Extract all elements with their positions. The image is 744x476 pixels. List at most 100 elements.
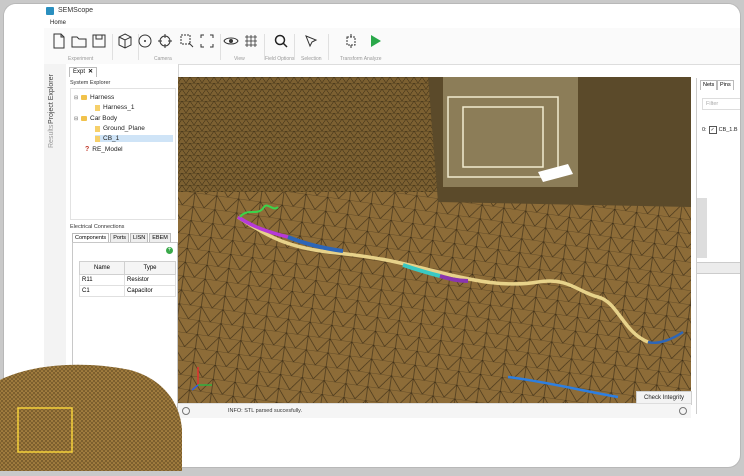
system-explorer-title: System Explorer — [70, 80, 111, 86]
components-table: Name Type R11 Resistor C1 Capacitor — [79, 261, 176, 297]
fit-view-button[interactable] — [198, 32, 216, 50]
new-file-icon — [53, 33, 65, 49]
3d-viewport[interactable] — [178, 77, 691, 403]
run-analysis-button[interactable] — [366, 32, 384, 50]
zoom-box-icon — [180, 34, 194, 48]
tab-lisn[interactable]: LISN — [130, 233, 149, 242]
plus-icon: + — [167, 247, 172, 253]
tree-node-label: Car Body — [90, 115, 118, 122]
tab-pins[interactable]: Pins — [717, 80, 734, 90]
window-title: SEMScope — [58, 7, 94, 14]
tab-expt[interactable]: Expt ✕ — [69, 67, 98, 77]
tab-expt-label: Expt — [73, 69, 86, 75]
new-file-button[interactable] — [50, 32, 68, 50]
tab-ports[interactable]: Ports — [110, 233, 130, 242]
mesh-preview-image — [0, 364, 182, 471]
row-label: CB_1.B — [718, 127, 738, 133]
tree-node-cb-1[interactable]: CB_1 — [95, 135, 173, 142]
cube-icon — [118, 33, 132, 49]
folder-icon — [71, 36, 87, 48]
table-header-row: Name Type — [79, 261, 176, 275]
group-label-experiment: Experiment — [68, 56, 94, 62]
tree-node-label: Ground_Plane — [103, 125, 145, 132]
mesh-icon — [245, 35, 257, 47]
fit-icon — [200, 34, 214, 48]
open-folder-button[interactable] — [70, 32, 88, 50]
cell-name: R11 — [79, 274, 125, 286]
mesh-part-icon — [95, 125, 100, 132]
row-checkbox[interactable]: ✓ — [708, 126, 717, 134]
tree-node-label: Harness_1 — [103, 104, 135, 111]
history-icon[interactable] — [679, 407, 687, 415]
status-info-text: INFO: STL parsed succesfully. — [228, 408, 302, 414]
mesh-preview-overlay — [0, 360, 200, 471]
visibility-button[interactable] — [222, 32, 240, 50]
add-component-button[interactable]: + — [166, 247, 173, 254]
question-mark-icon: ? — [85, 146, 90, 153]
electrical-connections-title: Electrical Connections — [70, 224, 125, 230]
group-label-field-options: Field Options — [265, 56, 295, 62]
mesh-scene — [178, 77, 691, 403]
select-button[interactable] — [302, 32, 320, 50]
tab-nets[interactable]: Nets — [700, 80, 718, 90]
transform-button[interactable] — [342, 32, 360, 50]
magnifier-icon — [274, 34, 288, 48]
menu-home[interactable]: Home — [50, 20, 66, 26]
eye-icon — [223, 37, 239, 45]
scrollbar[interactable] — [697, 198, 707, 258]
cell-name: C1 — [79, 285, 125, 297]
tab-results[interactable]: Results — [48, 125, 55, 148]
tab-ebem[interactable]: EBEM — [149, 233, 171, 242]
status-bar: INFO: STL parsed succesfully. — [178, 403, 691, 418]
tab-project-explorer[interactable]: Project Explorer — [48, 74, 55, 124]
save-icon — [92, 34, 106, 48]
title-bar: SEMScope — [4, 4, 740, 18]
column-header-type[interactable]: Type — [124, 261, 176, 275]
mesh-button[interactable] — [242, 32, 260, 50]
rotate-button[interactable] — [136, 32, 154, 50]
mesh-part-icon — [95, 135, 100, 142]
collapse-icon[interactable]: ⊟ — [74, 95, 81, 101]
filter-input[interactable]: Filter — [702, 98, 740, 110]
pan-button[interactable] — [156, 32, 174, 50]
tree-node-label: CB_1 — [103, 135, 120, 142]
crosshair-icon — [158, 34, 172, 48]
tree-node-harness[interactable]: ⊟ Harness — [74, 94, 114, 101]
tab-components[interactable]: Components — [72, 233, 110, 242]
system-tree: ⊟ Harness Harness_1 ⊟ Car Body Ground_Plan… — [70, 88, 176, 220]
tree-node-ground-plane[interactable]: Ground_Plane — [95, 125, 145, 132]
tree-node-re-model[interactable]: ? RE_Model — [85, 146, 123, 153]
harness-icon — [95, 104, 100, 111]
tree-node-harness-1[interactable]: Harness_1 — [95, 104, 134, 111]
group-label-camera: Camera — [154, 56, 172, 62]
app-logo-icon — [46, 7, 54, 15]
column-header-name[interactable]: Name — [79, 261, 125, 275]
cell-type: Resistor — [124, 274, 176, 286]
folder-icon — [81, 116, 87, 121]
group-label-view: View — [234, 56, 245, 62]
group-label-transform-analyze: Transform Analyze — [340, 56, 382, 62]
cube-view-button[interactable] — [116, 32, 134, 50]
play-icon — [371, 35, 381, 47]
row-index: 0: — [702, 127, 707, 133]
table-row[interactable]: R11 Resistor — [79, 274, 176, 286]
transform-icon — [346, 34, 356, 48]
field-zoom-button[interactable] — [272, 32, 290, 50]
list-item[interactable]: 0: ✓ CB_1.B — [702, 126, 738, 134]
cell-type: Capacitor — [124, 285, 176, 297]
close-icon[interactable]: ✕ — [88, 69, 93, 75]
rotate-icon — [138, 34, 152, 48]
collapse-icon[interactable]: ⊟ — [74, 116, 81, 122]
ribbon-toolbar: Experiment Camera View Field Options Sel… — [44, 28, 740, 65]
panel-splitter[interactable] — [697, 262, 740, 274]
tree-node-car-body[interactable]: ⊟ Car Body — [74, 115, 117, 122]
zoom-box-button[interactable] — [178, 32, 196, 50]
select-pointer-icon — [305, 35, 318, 48]
ec-tab-strip: Components Ports LISN EBEM — [72, 233, 172, 242]
group-label-selection: Selection — [301, 56, 322, 62]
tree-node-label: Harness — [90, 94, 115, 101]
folder-icon — [81, 95, 87, 100]
table-row[interactable]: C1 Capacitor — [79, 285, 176, 297]
save-button[interactable] — [90, 32, 108, 50]
nets-panel: Nets Pins Filter 0: ✓ CB_1.B — [696, 78, 740, 414]
